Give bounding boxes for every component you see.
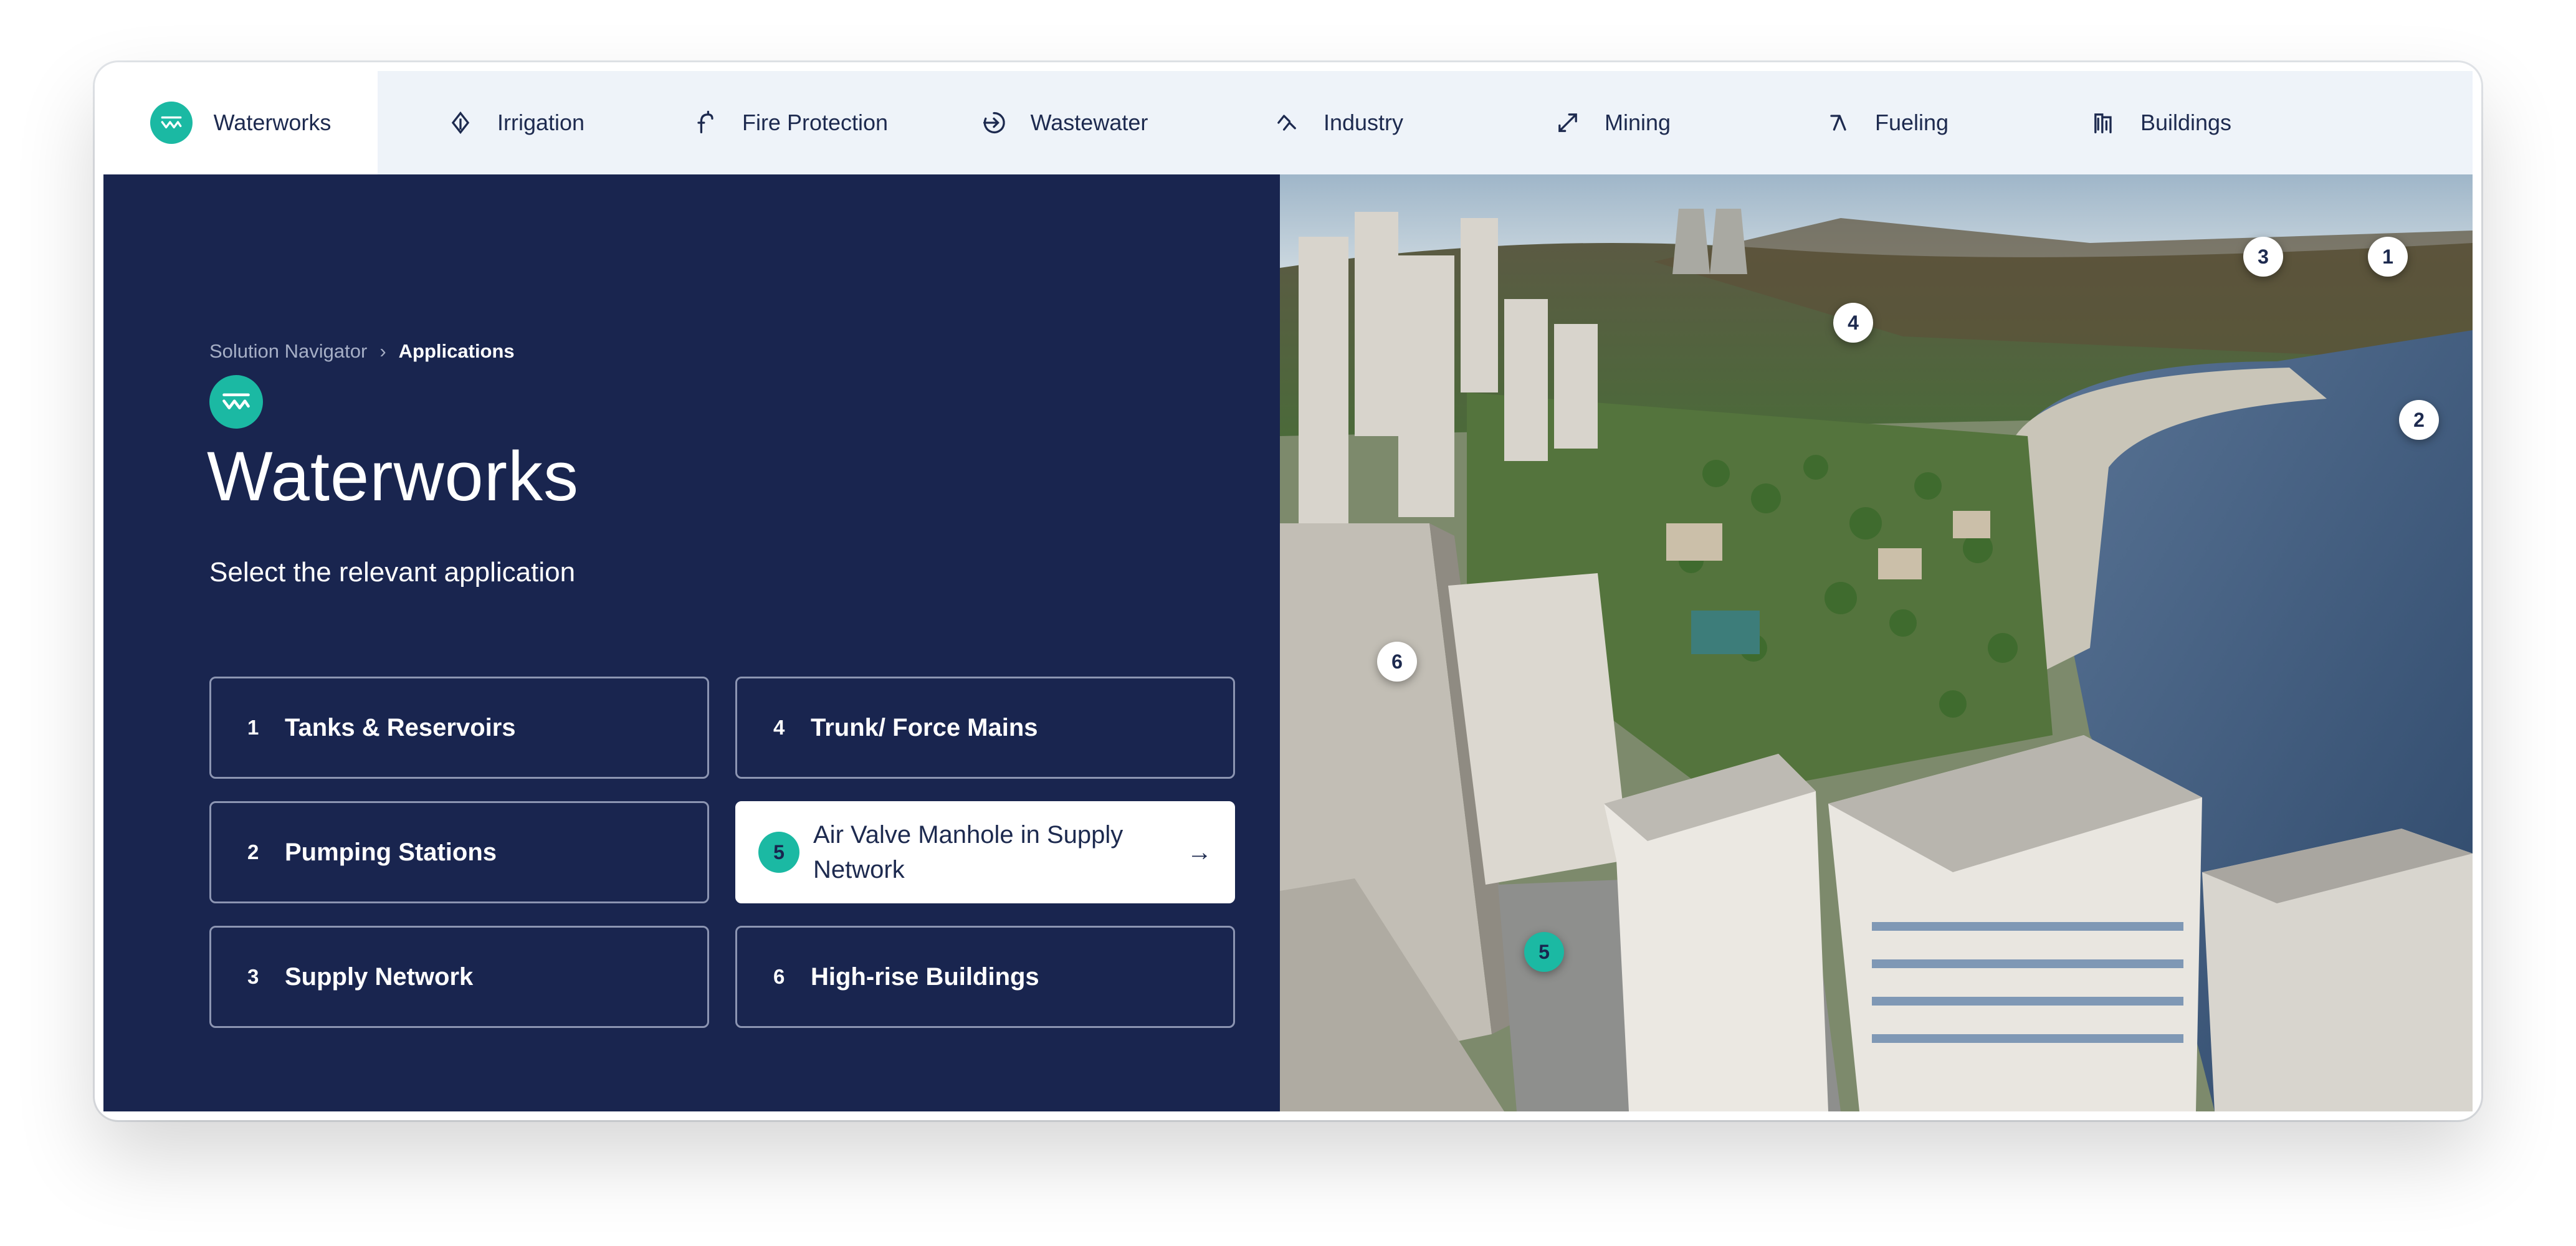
arrow-right-icon: → bbox=[1187, 838, 1212, 866]
buildings-icon bbox=[2088, 107, 2119, 138]
tab-buildings[interactable]: Buildings bbox=[2023, 71, 2297, 174]
card-label: Trunk/ Force Mains bbox=[811, 713, 1038, 741]
city-scene-image bbox=[1280, 174, 2473, 1111]
card-label: Tanks & Reservoirs bbox=[285, 713, 516, 741]
card-number: 6 bbox=[773, 965, 785, 988]
card-label: Air Valve Manhole in Supply Network bbox=[813, 821, 1123, 883]
tab-industry[interactable]: Industry bbox=[1200, 71, 1474, 174]
card-label: High-rise Buildings bbox=[811, 963, 1039, 991]
tab-waterworks[interactable]: Waterworks bbox=[103, 71, 378, 174]
breadcrumb-separator: › bbox=[379, 340, 386, 362]
application-card-supply-network[interactable]: 3 Supply Network bbox=[209, 926, 709, 1028]
fueling-icon bbox=[1823, 107, 1854, 138]
industry-icon bbox=[1271, 107, 1302, 138]
irrigation-icon bbox=[445, 107, 476, 138]
map-marker-1[interactable]: 1 bbox=[2368, 237, 2408, 277]
application-panel: Solution Navigator › Applications Waterw… bbox=[103, 174, 1280, 1111]
waterworks-icon bbox=[150, 102, 193, 144]
card-number: 2 bbox=[247, 840, 259, 863]
tab-fire-protection[interactable]: Fire Protection bbox=[652, 71, 926, 174]
tab-irrigation[interactable]: Irrigation bbox=[378, 71, 652, 174]
application-card-high-rise-buildings[interactable]: 6 High-rise Buildings bbox=[735, 926, 1235, 1028]
map-marker-4[interactable]: 4 bbox=[1833, 303, 1873, 343]
tab-wastewater[interactable]: Wastewater bbox=[926, 71, 1200, 174]
wastewater-icon bbox=[978, 107, 1009, 138]
card-label: Pumping Stations bbox=[285, 838, 497, 866]
card-number: 4 bbox=[773, 716, 785, 739]
tab-label: Industry bbox=[1323, 110, 1404, 135]
waterworks-icon bbox=[209, 375, 263, 429]
application-card-pumping-stations[interactable]: 2 Pumping Stations bbox=[209, 801, 709, 903]
breadcrumb-root[interactable]: Solution Navigator bbox=[209, 340, 367, 363]
city-illustration: 1 2 3 4 5 6 bbox=[1280, 174, 2473, 1111]
tab-label: Mining bbox=[1604, 110, 1671, 135]
map-marker-5[interactable]: 5 bbox=[1524, 932, 1564, 972]
card-number: 3 bbox=[247, 965, 259, 988]
card-number: 5 bbox=[758, 832, 799, 873]
card-number: 1 bbox=[247, 716, 259, 739]
tab-label: Waterworks bbox=[213, 110, 332, 135]
card-label: Supply Network bbox=[285, 963, 474, 991]
page-title: Waterworks bbox=[207, 437, 580, 515]
tab-label: Fueling bbox=[1874, 110, 1949, 135]
fire-protection-icon bbox=[690, 107, 721, 138]
breadcrumb-current: Applications bbox=[398, 340, 515, 362]
map-marker-6[interactable]: 6 bbox=[1377, 642, 1417, 682]
app-frame: Waterworks Irrigation Fire Protection Wa… bbox=[95, 62, 2481, 1120]
mining-icon bbox=[1552, 107, 1583, 138]
top-navigation: Waterworks Irrigation Fire Protection Wa… bbox=[103, 71, 2473, 174]
tab-label: Irrigation bbox=[497, 110, 585, 135]
tab-label: Wastewater bbox=[1030, 110, 1148, 135]
map-marker-2[interactable]: 2 bbox=[2399, 400, 2439, 440]
tab-mining[interactable]: Mining bbox=[1474, 71, 1748, 174]
application-card-trunk-force-mains[interactable]: 4 Trunk/ Force Mains bbox=[735, 677, 1235, 779]
tab-label: Fire Protection bbox=[742, 110, 889, 135]
breadcrumb: Solution Navigator › Applications bbox=[209, 340, 515, 363]
map-marker-3[interactable]: 3 bbox=[2243, 237, 2283, 277]
application-card-air-valve-manhole[interactable]: 5 Air Valve Manhole in Supply Network → bbox=[735, 801, 1235, 903]
tab-label: Buildings bbox=[2140, 110, 2232, 135]
application-card-tanks-reservoirs[interactable]: 1 Tanks & Reservoirs bbox=[209, 677, 709, 779]
tab-fueling[interactable]: Fueling bbox=[1748, 71, 2023, 174]
page-subtitle: Select the relevant application bbox=[209, 557, 576, 587]
